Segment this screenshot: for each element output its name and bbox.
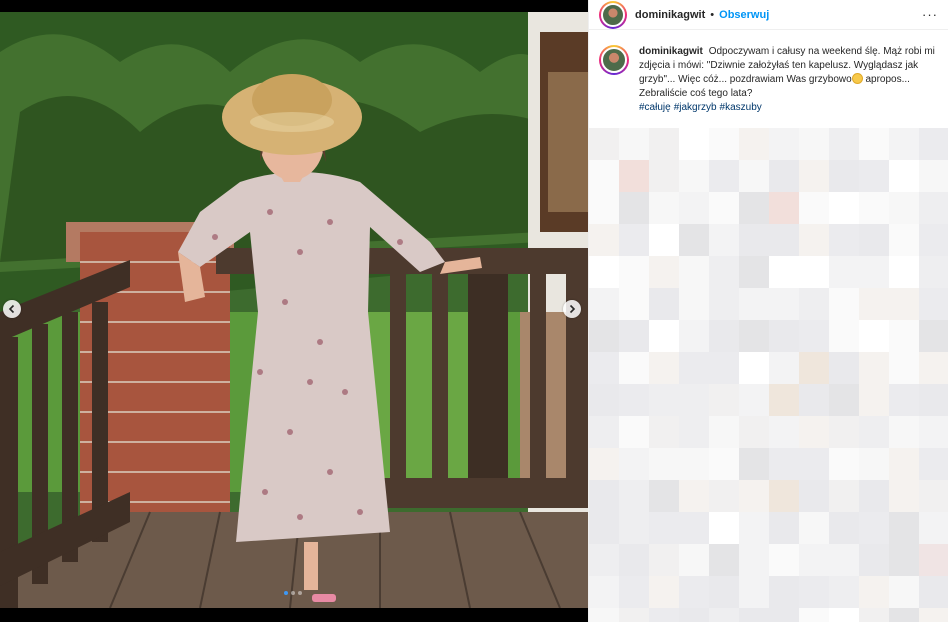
- header-separator: •: [710, 8, 715, 21]
- avatar[interactable]: [599, 0, 627, 29]
- carousel-next-button[interactable]: [563, 300, 581, 318]
- carousel-dot[interactable]: [291, 591, 295, 595]
- carousel-dot[interactable]: [298, 591, 302, 595]
- hashtag-link[interactable]: #całuję: [639, 102, 671, 113]
- carousel-dot[interactable]: [284, 591, 288, 595]
- caption-row: dominikagwit Odpoczywam i całusy na week…: [589, 30, 948, 115]
- header-username[interactable]: dominikagwit: [635, 9, 705, 21]
- chevron-right-icon: [569, 304, 576, 314]
- hashtags: #całuję #jakgrzyb #kaszuby: [639, 101, 938, 115]
- more-options-icon[interactable]: ···: [922, 7, 938, 22]
- chevron-left-icon: [8, 304, 15, 314]
- follow-button[interactable]: Obserwuj: [719, 9, 769, 21]
- caption-avatar[interactable]: [599, 45, 629, 75]
- blurred-comments-area: [589, 128, 948, 622]
- caption-text: dominikagwit Odpoczywam i całusy na week…: [639, 45, 938, 115]
- post-photo: [0, 12, 588, 608]
- hashtag-link[interactable]: #jakgrzyb: [674, 102, 717, 113]
- smiley-emoji-icon: [851, 73, 863, 84]
- post-header: dominikagwit • Obserwuj ···: [589, 0, 948, 30]
- carousel-dots: [284, 591, 302, 595]
- post-media: [0, 0, 588, 622]
- caption-username[interactable]: dominikagwit: [639, 46, 703, 57]
- carousel-prev-button[interactable]: [3, 300, 21, 318]
- post-sidebar: dominikagwit • Obserwuj ··· dominikagwit…: [588, 0, 948, 622]
- hashtag-link[interactable]: #kaszuby: [720, 102, 762, 113]
- instagram-post: dominikagwit • Obserwuj ··· dominikagwit…: [0, 0, 948, 622]
